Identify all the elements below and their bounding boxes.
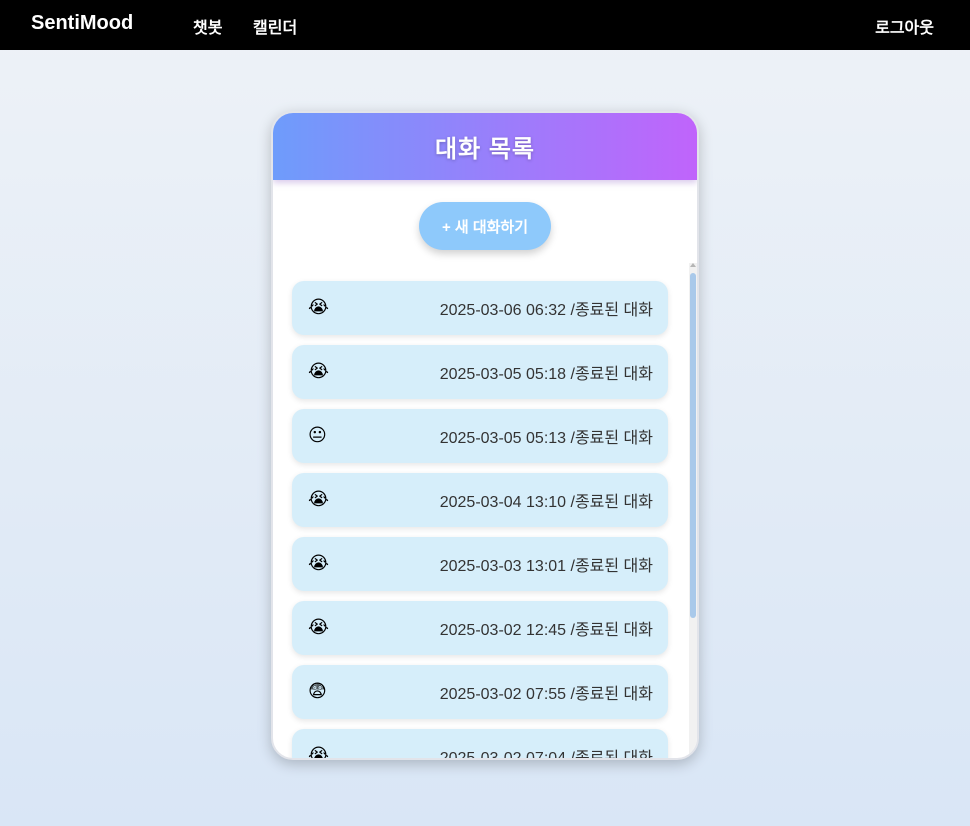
conversation-label: 2025-03-02 07:04 /종료된 대화 [440,744,653,758]
mood-emoji-icon: 😐 [308,425,327,446]
mood-emoji-icon: 😨 [308,681,327,702]
logout-button[interactable]: 로그아웃 [875,14,934,38]
mood-emoji-icon: 😭 [308,489,330,510]
conversation-label: 2025-03-03 13:01 /종료된 대화 [439,558,653,575]
conversation-label: 2025-03-04 13:10 /종료된 대화 [439,494,653,511]
conversation-item[interactable]: 😭 2025-03-04 13:10 /종료된 대화 [292,473,668,527]
scroll-down-arrow-icon[interactable] [690,753,696,757]
conversation-item[interactable]: 😐 2025-03-05 05:13 /종료된 대화 [292,409,668,463]
conversation-list-viewport[interactable]: 😭 2025-03-06 06:32 /종료된 대화 😭 2025-03-05 … [273,261,697,758]
conversation-item[interactable]: 😭 2025-03-02 07:04 /종료된 대화 [292,729,668,758]
new-conversation-button[interactable]: + 새 대화하기 [419,202,551,250]
conversation-label: 2025-03-02 07:55 /종료된 대화 [439,686,653,703]
conversation-panel: 대화 목록 + 새 대화하기 😭 2025-03-06 06:32 /종료된 대… [271,111,699,760]
conversation-item[interactable]: 😭 2025-03-02 12:45 /종료된 대화 [292,601,668,655]
conversation-list-scrollbar[interactable] [689,263,697,757]
panel-header: 대화 목록 [273,113,697,180]
conversation-label: 2025-03-06 06:32 /종료된 대화 [439,302,653,319]
conversation-label: 2025-03-05 05:13 /종료된 대화 [439,430,653,447]
brand-logo[interactable]: SentiMood [31,12,133,35]
conversation-label: 2025-03-02 12:45 /종료된 대화 [439,622,653,639]
mood-emoji-icon: 😭 [308,553,330,574]
mood-emoji-icon: 😭 [308,745,330,759]
scrollbar-thumb[interactable] [690,273,696,618]
conversation-item[interactable]: 😭 2025-03-03 13:01 /종료된 대화 [292,537,668,591]
conversation-item[interactable]: 😭 2025-03-05 05:18 /종료된 대화 [292,345,668,399]
conversation-list: 😭 2025-03-06 06:32 /종료된 대화 😭 2025-03-05 … [292,281,668,758]
mood-emoji-icon: 😭 [308,297,330,318]
conversation-label: 2025-03-05 05:18 /종료된 대화 [439,366,653,383]
conversation-item[interactable]: 😭 2025-03-06 06:32 /종료된 대화 [292,281,668,335]
mood-emoji-icon: 😭 [308,361,330,382]
top-navbar: SentiMood 챗봇 캘린더 로그아웃 [0,0,970,50]
conversation-item[interactable]: 😨 2025-03-02 07:55 /종료된 대화 [292,665,668,719]
panel-title: 대화 목록 [435,136,535,163]
scroll-up-arrow-icon[interactable] [690,263,696,267]
nav-link-calendar[interactable]: 캘린더 [253,14,297,38]
mood-emoji-icon: 😭 [308,617,330,638]
nav-link-chatbot[interactable]: 챗봇 [193,14,222,38]
